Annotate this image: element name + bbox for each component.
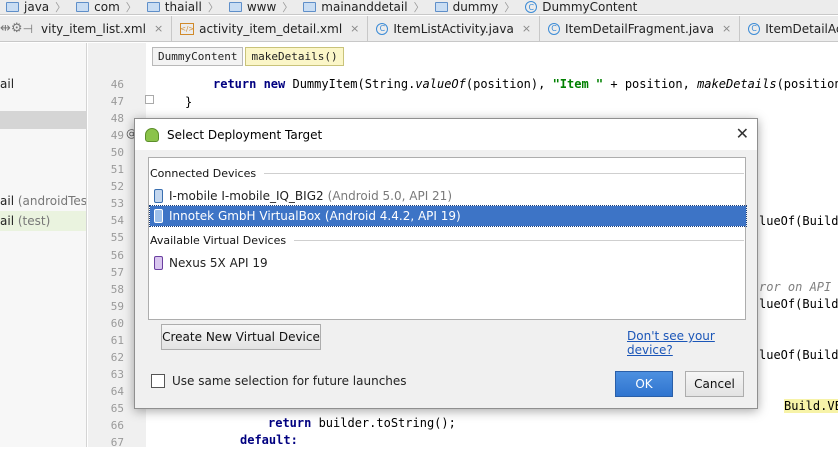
folder-icon bbox=[6, 2, 19, 12]
tab-item-list-activity[interactable]: C ItemListActivity.java × bbox=[368, 16, 541, 41]
gear-icon[interactable]: ⚙ bbox=[11, 16, 23, 41]
close-tab-icon[interactable]: × bbox=[522, 22, 531, 35]
phone-icon bbox=[154, 256, 163, 270]
chevron-right-icon: 〉 bbox=[207, 1, 219, 14]
phone-icon bbox=[154, 209, 163, 223]
select-deployment-target-dialog: Select Deployment Target ✕ Connected Dev… bbox=[134, 118, 758, 409]
section-connected-devices: Connected Devices bbox=[150, 167, 744, 180]
chevron-right-icon: 〉 bbox=[504, 1, 516, 14]
project-tree-item-test[interactable]: ail (test) bbox=[0, 211, 86, 231]
code-fragment-53: lueOf(Build. bbox=[759, 214, 838, 228]
line-number: 51 bbox=[110, 163, 124, 177]
code-line-46: return new DummyItem(String.valueOf(posi… bbox=[213, 77, 838, 91]
same-selection-checkbox[interactable] bbox=[151, 374, 165, 388]
device-item-virtualbox[interactable]: Innotek GmbH VirtualBox (Android 4.4.2, A… bbox=[149, 205, 747, 227]
class-icon: C bbox=[748, 22, 761, 35]
device-list[interactable]: Connected Devices I-mobile I-mobile_IQ_B… bbox=[148, 157, 747, 320]
collapse-all-icon[interactable]: ⇹ bbox=[0, 16, 11, 41]
device-item-imobile[interactable]: I-mobile I-mobile_IQ_BIG2 (Android 5.0, A… bbox=[150, 186, 746, 206]
line-number: 53 bbox=[110, 197, 124, 211]
navigation-breadcrumb: java 〉 com 〉 thaiall 〉 www 〉 mainanddetail 〉 … bbox=[0, 0, 838, 15]
breadcrumb-dummy[interactable]: dummy 〉 bbox=[429, 0, 520, 14]
breadcrumb-dummycontent[interactable]: C DummyContent bbox=[519, 0, 641, 14]
folder-icon bbox=[146, 2, 160, 12]
tab-item-detail-xml[interactable]: </> activity_item_detail.xml × bbox=[172, 16, 369, 41]
project-tree-item-android-test[interactable]: ail (androidTest) bbox=[0, 191, 86, 211]
dont-see-device-link[interactable]: Don't see your device? bbox=[627, 329, 757, 357]
line-number: 55 bbox=[110, 231, 124, 245]
code-fragment-65: Build.VE bbox=[784, 399, 838, 413]
close-tab-icon[interactable]: × bbox=[722, 22, 731, 35]
tab-item-list-xml[interactable]: vity_item_list.xml × bbox=[33, 16, 173, 41]
line-number: 48 bbox=[110, 112, 124, 126]
line-number: 65 bbox=[110, 401, 124, 415]
line-number: 54 bbox=[110, 214, 124, 228]
chevron-right-icon: 〉 bbox=[125, 1, 137, 14]
code-line-67: default: bbox=[240, 433, 298, 447]
tab-item-detail-activity[interactable]: CItemDetailActivity.ja bbox=[740, 16, 838, 41]
breadcrumb-java[interactable]: java 〉 bbox=[0, 0, 70, 14]
close-tab-icon[interactable]: × bbox=[154, 22, 163, 35]
folder-icon bbox=[228, 2, 242, 12]
dialog-title: Select Deployment Target bbox=[167, 127, 323, 142]
class-icon: C bbox=[525, 1, 538, 13]
folder-icon bbox=[434, 2, 448, 12]
chevron-right-icon: 〉 bbox=[55, 1, 67, 14]
line-number: 61 bbox=[110, 333, 124, 347]
chevron-right-icon: 〉 bbox=[413, 1, 425, 14]
project-panel: ail ail (androidTest) ail (test) bbox=[0, 43, 87, 447]
line-number: 64 bbox=[110, 384, 124, 398]
xml-file-icon: </> bbox=[180, 22, 195, 35]
breadcrumb-com[interactable]: com 〉 bbox=[70, 0, 141, 14]
folder-icon bbox=[76, 2, 90, 12]
line-number: 57 bbox=[110, 265, 124, 279]
line-number: 67 bbox=[110, 436, 124, 449]
ok-button[interactable]: OK bbox=[615, 371, 673, 397]
line-number: 58 bbox=[110, 282, 124, 296]
breadcrumb-mainanddetail[interactable]: mainanddetail 〉 bbox=[297, 0, 428, 14]
line-number: 56 bbox=[110, 248, 124, 262]
close-tab-icon[interactable]: × bbox=[350, 22, 359, 35]
line-number: 60 bbox=[110, 316, 124, 330]
project-tree-selection[interactable] bbox=[0, 111, 86, 129]
line-number: 50 bbox=[110, 146, 124, 160]
close-icon[interactable]: ✕ bbox=[736, 124, 749, 143]
editor-tab-bar: ⇹ ⚙ ⊣ vity_item_list.xml × </> activity_it… bbox=[0, 16, 838, 42]
android-icon bbox=[145, 127, 159, 142]
line-number: 47 bbox=[110, 95, 124, 109]
device-item-nexus-5x[interactable]: Nexus 5X API 19 bbox=[150, 253, 746, 273]
code-line-47: } bbox=[185, 95, 193, 109]
dialog-title-bar[interactable]: Select Deployment Target ✕ bbox=[135, 119, 757, 150]
breadcrumb-www[interactable]: www 〉 bbox=[223, 0, 297, 14]
tab-item-detail-fragment[interactable]: C ItemDetailFragment.java × bbox=[540, 16, 741, 41]
line-number: 62 bbox=[110, 350, 124, 364]
code-fragment-60: lueOf(Build.VE bbox=[759, 348, 838, 362]
same-selection-label: Use same selection for future launches bbox=[172, 374, 407, 388]
line-number: 49 bbox=[110, 129, 124, 143]
structure-crumb-method[interactable]: makeDetails() bbox=[245, 47, 344, 66]
line-number: 52 bbox=[110, 180, 124, 194]
phone-icon bbox=[154, 189, 163, 203]
folder-icon bbox=[303, 2, 317, 12]
fold-icon[interactable] bbox=[145, 95, 154, 104]
class-icon: C bbox=[376, 22, 389, 35]
line-number: 66 bbox=[110, 419, 124, 432]
pin-icon[interactable]: ⊣ bbox=[23, 16, 33, 41]
breadcrumb-thaiall[interactable]: thaiall 〉 bbox=[141, 0, 223, 14]
line-number: 63 bbox=[110, 367, 124, 381]
project-tree-item[interactable]: ail bbox=[0, 74, 86, 94]
structure-breadcrumb: DummyContent makeDetails() bbox=[152, 47, 344, 66]
class-icon: C bbox=[548, 22, 561, 35]
code-fragment-57: ror on API 1 bbox=[759, 280, 838, 294]
chevron-right-icon: 〉 bbox=[282, 1, 294, 14]
code-fragment-58: lueOf(Build.V bbox=[759, 297, 838, 311]
line-number: 59 bbox=[110, 299, 124, 313]
cancel-button[interactable]: Cancel bbox=[685, 371, 744, 397]
structure-crumb-class[interactable]: DummyContent bbox=[152, 47, 244, 66]
section-available-virtual-devices: Available Virtual Devices bbox=[150, 234, 744, 247]
code-line-66: return builder.toString(); bbox=[268, 416, 456, 430]
create-virtual-device-button[interactable]: Create New Virtual Device bbox=[161, 324, 321, 350]
line-number: 46 bbox=[110, 78, 124, 91]
